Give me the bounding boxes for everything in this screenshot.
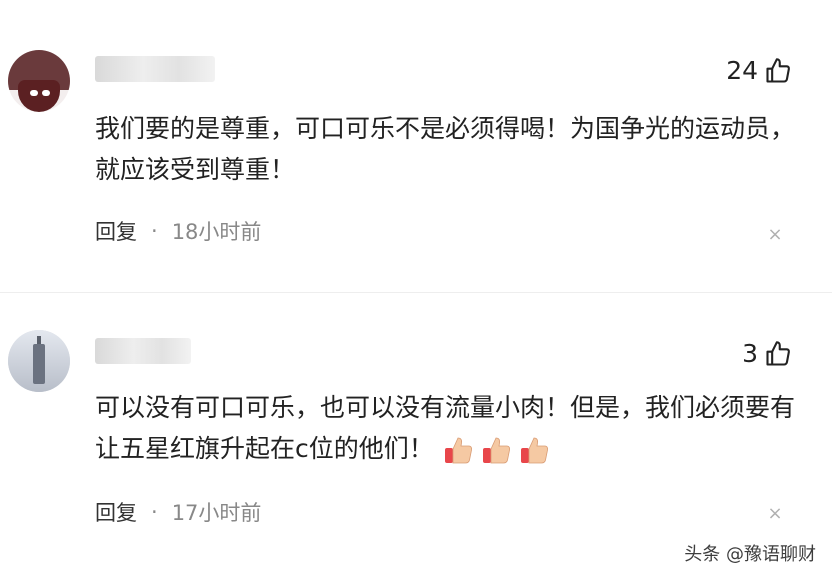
username-blurred[interactable] [95,56,215,82]
like-button[interactable]: 24 [726,56,792,86]
like-count: 24 [726,56,758,85]
close-icon[interactable]: × [766,505,784,523]
timestamp: 18小时前 [171,220,262,244]
comment-meta: 回复 · 17小时前 [95,497,261,527]
comment-meta: 回复 · 18小时前 [95,216,261,246]
timestamp: 17小时前 [171,501,262,525]
avatar[interactable] [8,330,70,392]
divider [0,292,832,293]
emoji-group [442,434,550,466]
avatar[interactable] [8,50,70,112]
username-blurred[interactable] [95,338,191,364]
comment-item: 3 可以没有可口可乐，也可以没有流量小肉！但是，我们必须要有让五星红旗升起在c位… [0,295,832,580]
thumbs-up-icon [766,341,790,366]
thumbs-up-emoji-icon [444,437,472,464]
comment-text: 我们要的是尊重，可口可乐不是必须得喝！为国争光的运动员，就应该受到尊重！ [95,114,796,184]
comment-text: 可以没有可口可乐，也可以没有流量小肉！但是，我们必须要有让五星红旗升起在c位的他… [95,387,805,469]
separator-dot: · [151,219,158,243]
close-icon[interactable]: × [766,226,784,244]
reply-button[interactable]: 回复 [95,216,137,246]
comment-item: 24 我们要的是尊重，可口可乐不是必须得喝！为国争光的运动员，就应该受到尊重！ … [0,0,832,290]
reply-button[interactable]: 回复 [95,497,137,527]
separator-dot: · [151,500,158,524]
like-button[interactable]: 3 [742,339,792,369]
watermark: 头条 @豫语聊财 [684,544,816,565]
thumbs-up-emoji-icon [482,437,510,464]
thumbs-up-icon [766,58,790,83]
thumbs-up-emoji-icon [520,437,548,464]
like-count: 3 [742,339,758,368]
